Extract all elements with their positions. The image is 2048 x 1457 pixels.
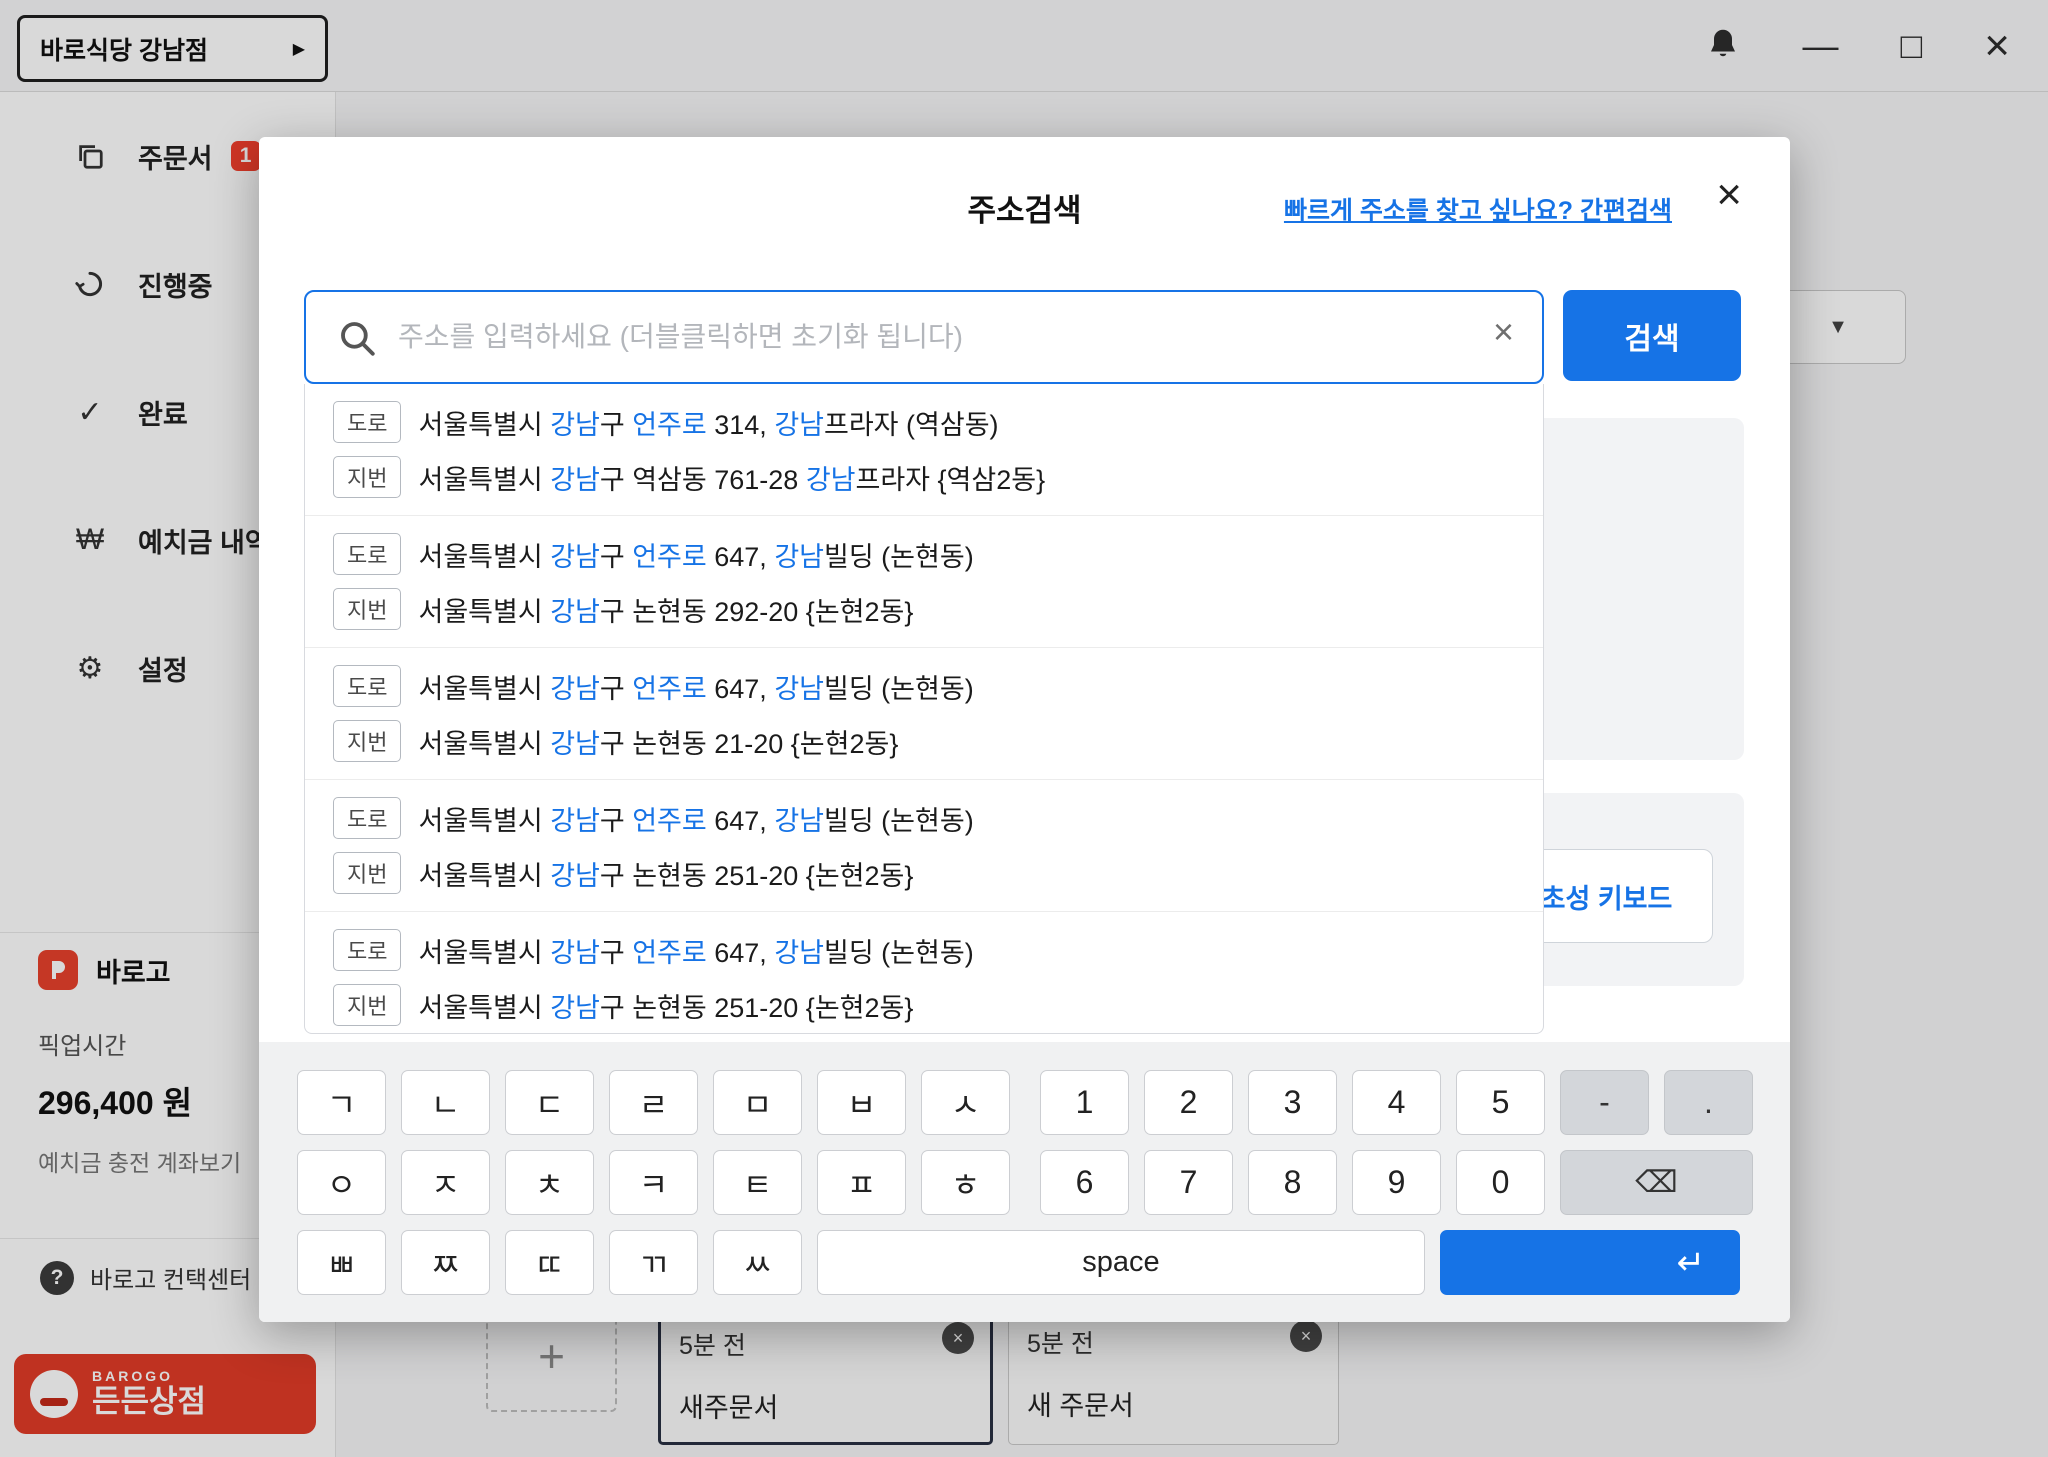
address-type-tag: 지번 [333, 852, 401, 894]
address-text: 서울특별시 강남구 논현동 292-20 {논현2동} [418, 590, 913, 629]
modal-close-icon[interactable]: × [1716, 173, 1742, 217]
address-search-modal: 주소검색 빠르게 주소를 찾고 싶나요? 간편검색 × × 검색 초성 키보드 … [259, 137, 1790, 1322]
keyboard-key[interactable]: ㄱ [297, 1070, 386, 1135]
keyboard-key[interactable]: 2 [1144, 1070, 1233, 1135]
keyboard-key[interactable]: 5 [1456, 1070, 1545, 1135]
keyboard-key[interactable]: ㅊ [505, 1150, 594, 1215]
address-type-tag: 지번 [333, 456, 401, 498]
address-result[interactable]: 도로 서울특별시 강남구 언주로 314, 강남프라자 (역삼동) 지번 서울특별시 … [305, 384, 1543, 515]
keyboard-key[interactable]: ㅈ [401, 1150, 490, 1215]
search-bar: × [304, 290, 1544, 384]
keyboard-key[interactable]: 4 [1352, 1070, 1441, 1135]
keyboard-key[interactable]: ㅅ [921, 1070, 1010, 1135]
search-button[interactable]: 검색 [1563, 290, 1741, 381]
quick-search-link[interactable]: 빠르게 주소를 찾고 싶나요? 간편검색 [1284, 191, 1672, 227]
address-type-tag: 지번 [333, 588, 401, 630]
keyboard-key[interactable]: ㄷ [505, 1070, 594, 1135]
address-type-tag: 지번 [333, 720, 401, 762]
screen: 바로식당 강남점 ▶ — □ × 주문서 1 [0, 0, 2048, 1457]
address-type-tag: 지번 [333, 984, 401, 1026]
address-type-tag: 도로 [333, 665, 401, 707]
address-text: 서울특별시 강남구 역삼동 761-28 강남프라자 {역삼2동} [418, 458, 1045, 497]
keyboard-key[interactable]: ㅍ [817, 1150, 906, 1215]
address-result[interactable]: 도로 서울특별시 강남구 언주로 647, 강남빌딩 (논현동) 지번 서울특별시 강… [305, 779, 1543, 911]
address-text: 서울특별시 강남구 언주로 647, 강남빌딩 (논현동) [418, 931, 973, 970]
keyboard-key[interactable]: 6 [1040, 1150, 1129, 1215]
keyboard-key[interactable]: 9 [1352, 1150, 1441, 1215]
keyboard-key[interactable]: 7 [1144, 1150, 1233, 1215]
backspace-key[interactable]: ⌫ [1560, 1150, 1753, 1215]
clear-input-icon[interactable]: × [1493, 314, 1514, 350]
keyboard-key[interactable]: ㄸ [505, 1230, 594, 1295]
space-key[interactable]: space [817, 1230, 1425, 1295]
address-line-jibun[interactable]: 지번 서울특별시 강남구 논현동 21-20 {논현2동} [333, 720, 1515, 762]
address-text: 서울특별시 강남구 논현동 21-20 {논현2동} [418, 722, 898, 761]
address-line-road[interactable]: 도로 서울특별시 강남구 언주로 647, 강남빌딩 (논현동) [333, 929, 1515, 971]
keyboard-key[interactable]: 0 [1456, 1150, 1545, 1215]
keyboard-key[interactable]: ㅂ [817, 1070, 906, 1135]
address-text: 서울특별시 강남구 논현동 251-20 {논현2동} [418, 854, 913, 893]
keyboard-key[interactable]: 8 [1248, 1150, 1337, 1215]
address-text: 서울특별시 강남구 언주로 647, 강남빌딩 (논현동) [418, 799, 973, 838]
keyboard-row: ㅇㅈㅊㅋㅌㅍㅎ67890⌫ [297, 1150, 1790, 1215]
address-line-road[interactable]: 도로 서울특별시 강남구 언주로 314, 강남프라자 (역삼동) [333, 401, 1515, 443]
enter-key[interactable]: ↵ [1440, 1230, 1740, 1295]
virtual-keyboard: ㄱㄴㄷㄹㅁㅂㅅ12345-. ㅇㅈㅊㅋㅌㅍㅎ67890⌫ ㅃㅉㄸㄲㅆspace↵ [259, 1042, 1790, 1322]
keyboard-key[interactable]: ㄲ [609, 1230, 698, 1295]
address-result[interactable]: 도로 서울특별시 강남구 언주로 647, 강남빌딩 (논현동) 지번 서울특별시 강… [305, 515, 1543, 647]
keyboard-key[interactable]: - [1560, 1070, 1649, 1135]
address-line-jibun[interactable]: 지번 서울특별시 강남구 논현동 292-20 {논현2동} [333, 588, 1515, 630]
address-type-tag: 도로 [333, 533, 401, 575]
keyboard-key[interactable]: ㅃ [297, 1230, 386, 1295]
keyboard-key[interactable]: ㅁ [713, 1070, 802, 1135]
address-type-tag: 도로 [333, 401, 401, 443]
address-result[interactable]: 도로 서울특별시 강남구 언주로 647, 강남빌딩 (논현동) 지번 서울특별시 강… [305, 647, 1543, 779]
address-line-road[interactable]: 도로 서울특별시 강남구 언주로 647, 강남빌딩 (논현동) [333, 665, 1515, 707]
address-result[interactable]: 도로 서울특별시 강남구 언주로 647, 강남빌딩 (논현동) 지번 서울특별시 강… [305, 911, 1543, 1034]
address-text: 서울특별시 강남구 논현동 251-20 {논현2동} [418, 986, 913, 1025]
keyboard-key[interactable]: ㅇ [297, 1150, 386, 1215]
address-results: 도로서울특별시 강남구 언주로 314, 강남프라자 (역삼동)지번서울특별시 … [304, 384, 1544, 1034]
keyboard-key[interactable]: 1 [1040, 1070, 1129, 1135]
address-text: 서울특별시 강남구 언주로 647, 강남빌딩 (논현동) [418, 667, 973, 706]
keyboard-row: ㅃㅉㄸㄲㅆspace↵ [297, 1230, 1790, 1295]
address-line-jibun[interactable]: 지번 서울특별시 강남구 논현동 251-20 {논현2동} [333, 984, 1515, 1026]
address-line-jibun[interactable]: 지번 서울특별시 강남구 논현동 251-20 {논현2동} [333, 852, 1515, 894]
keyboard-key[interactable]: ㅎ [921, 1150, 1010, 1215]
keyboard-key[interactable]: ㄹ [609, 1070, 698, 1135]
keyboard-key[interactable]: ㅆ [713, 1230, 802, 1295]
keyboard-key[interactable]: ㄴ [401, 1070, 490, 1135]
keyboard-row: ㄱㄴㄷㄹㅁㅂㅅ12345-. [297, 1070, 1790, 1135]
address-search-input[interactable] [304, 290, 1544, 384]
address-line-road[interactable]: 도로 서울특별시 강남구 언주로 647, 강남빌딩 (논현동) [333, 797, 1515, 839]
address-line-jibun[interactable]: 지번 서울특별시 강남구 역삼동 761-28 강남프라자 {역삼2동} [333, 456, 1515, 498]
keyboard-key[interactable]: 3 [1248, 1070, 1337, 1135]
keyboard-key[interactable]: ㅉ [401, 1230, 490, 1295]
address-line-road[interactable]: 도로 서울특별시 강남구 언주로 647, 강남빌딩 (논현동) [333, 533, 1515, 575]
keyboard-key[interactable]: ㅋ [609, 1150, 698, 1215]
keyboard-key[interactable]: ㅌ [713, 1150, 802, 1215]
address-type-tag: 도로 [333, 929, 401, 971]
keyboard-key[interactable]: . [1664, 1070, 1753, 1135]
search-icon [336, 317, 378, 364]
address-text: 서울특별시 강남구 언주로 314, 강남프라자 (역삼동) [418, 403, 998, 442]
address-type-tag: 도로 [333, 797, 401, 839]
address-text: 서울특별시 강남구 언주로 647, 강남빌딩 (논현동) [418, 535, 973, 574]
